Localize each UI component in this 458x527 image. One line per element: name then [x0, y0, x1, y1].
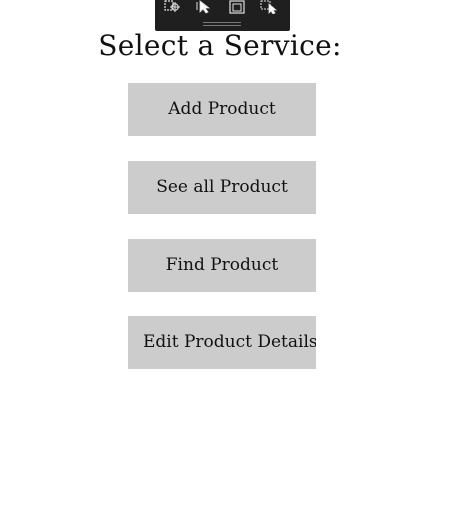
edit-product-details-button[interactable]: Edit Product Details: [128, 316, 316, 369]
pointer-select-icon[interactable]: [259, 0, 281, 14]
page-title: Select a Service:: [98, 29, 342, 62]
pointer-icon[interactable]: [195, 0, 217, 14]
see-all-product-button[interactable]: See all Product: [128, 161, 316, 214]
find-product-button[interactable]: Find Product: [128, 239, 316, 292]
add-product-button[interactable]: Add Product: [128, 83, 316, 136]
frame-icon[interactable]: [227, 0, 249, 14]
select-element-icon[interactable]: [163, 0, 185, 14]
